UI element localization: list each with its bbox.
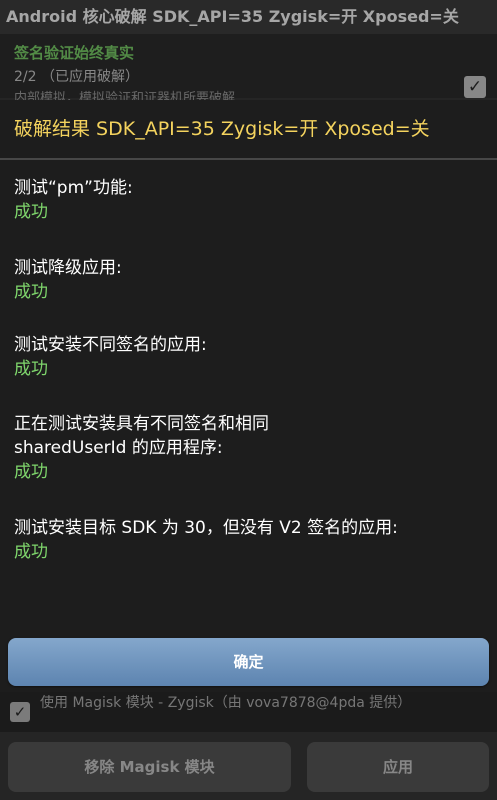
result-question: 测试安装目标 SDK 为 30，但没有 V2 签名的应用: [14,518,398,538]
result-item: 测试安装目标 SDK 为 30，但没有 V2 签名的应用: 成功 [14,516,489,564]
result-question: 测试降级应用: [14,258,122,278]
ok-button[interactable]: 确定 [8,638,489,686]
result-status: 成功 [14,462,48,482]
result-question: 正在测试安装具有不同签名和相同 sharedUserId 的应用程序: [14,414,269,458]
result-status: 成功 [14,542,48,562]
dialog-divider [0,158,497,160]
result-item: 测试安装不同签名的应用: 成功 [14,333,489,381]
result-question: 测试安装不同签名的应用: [14,335,207,355]
crack-result-dialog: 破解结果 SDK_API=35 Zygisk=开 Xposed=关 测试“pm”… [0,100,497,692]
result-question: 测试“pm”功能: [14,178,133,198]
result-status: 成功 [14,359,48,379]
result-item: 测试“pm”功能: 成功 [14,176,489,224]
dialog-title: 破解结果 SDK_API=35 Zygisk=开 Xposed=关 [14,118,430,140]
result-item: 正在测试安装具有不同签名和相同 sharedUserId 的应用程序: 成功 [14,412,354,484]
result-item: 测试降级应用: 成功 [14,256,489,304]
result-status: 成功 [14,282,48,302]
result-status: 成功 [14,202,48,222]
